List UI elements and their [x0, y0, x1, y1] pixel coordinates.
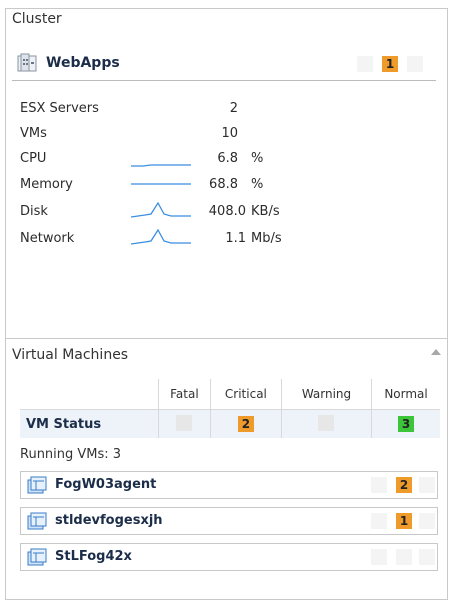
- disk-sparkline: [131, 201, 191, 218]
- scroll-up-arrow-icon[interactable]: [431, 349, 441, 355]
- list-item[interactable]: StLFog42x: [20, 543, 438, 571]
- virtual-machine-icon: [27, 476, 47, 494]
- fatal-cell[interactable]: [158, 409, 211, 438]
- vm-status-label: VM Status: [20, 409, 159, 438]
- status-badge: [396, 549, 412, 565]
- virtual-machines-panel: Virtual Machines Fatal Critical Warning …: [5, 338, 448, 600]
- disk-unit: KB/s: [251, 204, 280, 219]
- vm-name[interactable]: stldevfogesxjh: [55, 513, 163, 528]
- disk-value: 408.0: [208, 204, 246, 219]
- vms-value: 10: [221, 126, 238, 141]
- vm-name[interactable]: StLFog42x: [55, 549, 132, 564]
- esx-servers-label: ESX Servers: [20, 101, 99, 116]
- status-badge: 1: [396, 513, 412, 529]
- column-header-warning: Warning: [281, 379, 373, 410]
- esx-servers-value: 2: [229, 101, 238, 116]
- panel-title-virtual-machines: Virtual Machines: [12, 347, 129, 363]
- network-label: Network: [20, 231, 75, 246]
- status-square-empty: [371, 549, 387, 565]
- normal-count: 3: [398, 416, 415, 432]
- cpu-label: CPU: [20, 151, 47, 166]
- running-vms-label: Running VMs: 3: [20, 447, 122, 462]
- status-square-empty: [371, 513, 387, 529]
- vm-name[interactable]: FogW03agent: [55, 477, 156, 492]
- fatal-count: [176, 414, 193, 431]
- critical-cell[interactable]: 2: [210, 409, 282, 438]
- status-square-empty: [371, 477, 387, 493]
- column-header-blank: [20, 379, 159, 410]
- column-header-fatal: Fatal: [158, 379, 211, 410]
- vms-label: VMs: [20, 126, 47, 141]
- column-header-normal: Normal: [371, 379, 440, 410]
- normal-cell[interactable]: 3: [371, 409, 440, 438]
- list-item[interactable]: stldevfogesxjh 1: [20, 507, 438, 535]
- critical-count: 2: [237, 416, 254, 432]
- virtual-machine-icon: [27, 548, 47, 566]
- status-square-empty: [419, 549, 435, 565]
- status-badge: 1: [382, 56, 398, 72]
- status-square-empty: [419, 513, 435, 529]
- status-square-empty: [407, 56, 423, 72]
- panel-title-cluster: Cluster: [12, 11, 62, 27]
- memory-value: 68.8: [209, 177, 238, 192]
- cpu-sparkline: [131, 164, 191, 167]
- memory-label: Memory: [20, 177, 73, 192]
- network-sparkline: [131, 228, 191, 245]
- network-unit: Mb/s: [251, 231, 282, 246]
- cluster-name[interactable]: WebApps: [46, 55, 120, 71]
- cluster-panel: Cluster WebApps 1 ESX Servers 2 VMs 10 C…: [5, 8, 448, 338]
- cpu-unit: %: [251, 151, 264, 166]
- memory-unit: %: [251, 177, 264, 192]
- status-square-empty: [357, 56, 373, 72]
- table-row: VM Status 2 3: [20, 409, 440, 438]
- vm-status-table: Fatal Critical Warning Normal VM Status …: [20, 379, 440, 438]
- cluster-header[interactable]: WebApps 1: [12, 47, 436, 81]
- building-icon: [17, 53, 37, 72]
- warning-count: [318, 414, 335, 431]
- cpu-value: 6.8: [217, 151, 238, 166]
- column-header-critical: Critical: [210, 379, 282, 410]
- network-value: 1.1: [225, 231, 246, 246]
- memory-sparkline: [131, 183, 191, 185]
- disk-label: Disk: [20, 204, 48, 219]
- virtual-machine-icon: [27, 512, 47, 530]
- list-item[interactable]: FogW03agent 2: [20, 471, 438, 499]
- warning-cell[interactable]: [281, 409, 373, 438]
- status-badge: 2: [396, 477, 412, 493]
- status-square-empty: [419, 477, 435, 493]
